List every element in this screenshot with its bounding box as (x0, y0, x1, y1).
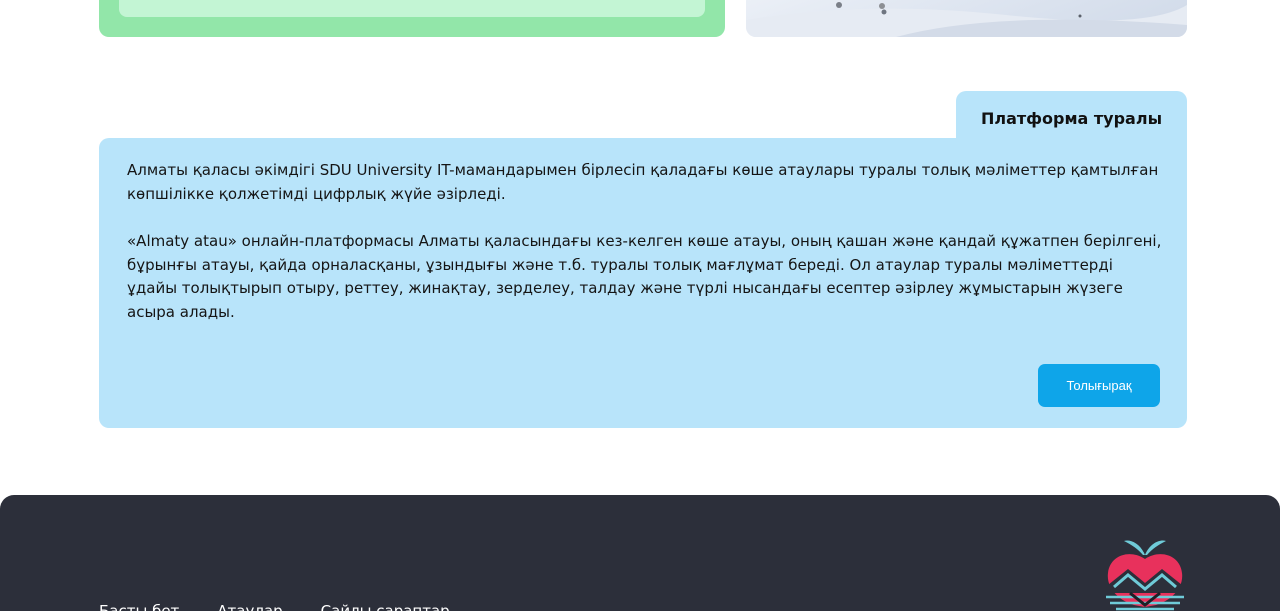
snow-photo-card[interactable] (746, 0, 1187, 37)
about-paragraph-2: «Almaty atau» онлайн-платформасы Алматы … (127, 232, 1162, 321)
green-card (99, 0, 725, 37)
green-card-inner (119, 0, 705, 17)
footer-link-home[interactable]: Басты бет (99, 602, 179, 611)
read-more-button[interactable]: Толығырақ (1038, 364, 1160, 407)
footer-link-names[interactable]: Атаулар (217, 602, 282, 611)
footer-nav: Басты бет Атаулар Сайлы сараптар (99, 602, 450, 611)
platform-tab-title: Платформа туралы (980, 109, 1163, 128)
about-paragraph-1: Алматы қаласы әкімдігі SDU University IT… (127, 161, 1159, 203)
footer: Басты бет Атаулар Сайлы сараптар (0, 495, 1280, 611)
almaty-logo-icon[interactable] (1100, 535, 1190, 611)
footer-link-analysis[interactable]: Сайлы сараптар (321, 602, 450, 611)
snow-photo-image (746, 2, 1187, 37)
about-info-box: Алматы қаласы әкімдігі SDU University IT… (99, 138, 1187, 428)
page: Платформа туралы Алматы қаласы әкімдігі … (0, 0, 1280, 611)
